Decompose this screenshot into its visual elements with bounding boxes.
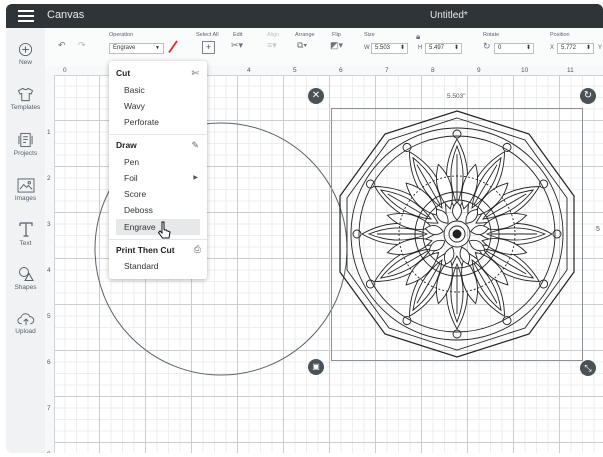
cut-section-header: Cut bbox=[116, 68, 131, 78]
print-then-cut-section-header: Print Then Cut bbox=[116, 245, 175, 255]
menu-divider bbox=[109, 134, 207, 135]
operation-dropdown-menu: Cut ✄ Basic Wavy Perforate Draw ✎ Pen Fo… bbox=[109, 61, 207, 279]
printer-icon: ⎙ bbox=[193, 244, 201, 254]
rotate-handle-icon[interactable]: ↻ bbox=[580, 88, 596, 104]
width-dimension-label: 5.503" bbox=[447, 93, 466, 100]
mouse-pointer-icon bbox=[157, 221, 171, 239]
menu-item-deboss[interactable]: Deboss bbox=[116, 202, 200, 218]
menu-item-score[interactable]: Score bbox=[116, 186, 200, 202]
menu-item-standard[interactable]: Standard bbox=[116, 258, 200, 274]
menu-item-perforate[interactable]: Perforate bbox=[116, 114, 200, 130]
pen-icon: ✎ bbox=[191, 140, 199, 150]
menu-item-wavy[interactable]: Wavy bbox=[116, 98, 200, 114]
chevron-right-icon: ▶ bbox=[193, 175, 198, 181]
menu-item-pen[interactable]: Pen bbox=[116, 154, 200, 170]
menu-item-foil[interactable]: Foil ▶ bbox=[116, 170, 200, 186]
app-window: Canvas Untitled* New Templates Projects … bbox=[6, 4, 603, 453]
selection-bounding-box bbox=[331, 108, 583, 361]
menu-item-basic[interactable]: Basic bbox=[116, 82, 200, 98]
resize-handle-icon[interactable]: ⤡ bbox=[580, 360, 596, 376]
lock-handle-icon[interactable]: ▣ bbox=[308, 359, 324, 375]
height-dimension-label: 5 bbox=[596, 226, 600, 233]
delete-handle-close-icon[interactable]: ✕ bbox=[308, 88, 324, 104]
scissors-icon: ✄ bbox=[191, 68, 199, 78]
draw-section-header: Draw bbox=[116, 140, 137, 150]
